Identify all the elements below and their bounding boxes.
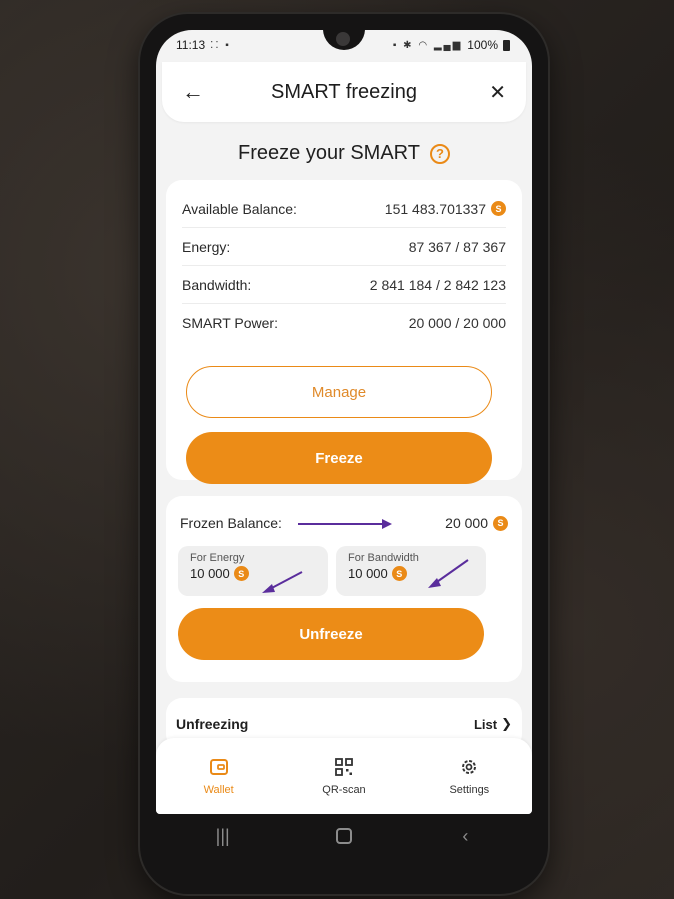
for-energy-value: 10 000 — [190, 566, 230, 581]
app-header: ← SMART freezing ✕ — [162, 62, 526, 122]
smart-coin-icon: S — [233, 566, 249, 581]
smart-power-value: 20 000 / 20 000 — [408, 315, 506, 331]
chevron-right-icon: ❯ — [501, 716, 512, 731]
frozen-balance-card: Frozen Balance: 20 000 S For Energy 10 0… — [166, 496, 522, 682]
available-balance-row: Available Balance: 151 483.701337 S — [182, 190, 506, 228]
smart-coin-icon: S — [391, 566, 407, 581]
manage-button[interactable]: Manage — [186, 366, 492, 418]
for-energy-label: For Energy — [190, 552, 245, 564]
nav-back-icon[interactable]: ‹ — [445, 826, 485, 847]
bandwidth-row: Bandwidth: 2 841 184 / 2 842 123 — [182, 266, 506, 304]
battery-icon — [503, 39, 510, 51]
available-balance-label: Available Balance: — [182, 200, 297, 217]
phone-screen: 11:13 ⁚⁚ ▪ ▪ ✱ ◠ ▂▄▆ 100% ← SMART freezi… — [156, 30, 532, 814]
unfreezing-list-link[interactable]: List ❯ — [474, 716, 512, 732]
battery-percent: 100% — [467, 38, 498, 52]
energy-label: Energy: — [182, 238, 231, 255]
frozen-balance-label: Frozen Balance: — [180, 515, 282, 531]
front-camera — [336, 32, 350, 46]
freeze-headline: Freeze your SMART ? — [156, 142, 532, 165]
annotation-arrow-bandwidth — [428, 559, 469, 588]
status-time: 11:13 — [176, 38, 206, 52]
qr-icon — [333, 756, 355, 778]
list-label: List — [473, 716, 498, 732]
unfreezing-title: Unfreezing — [176, 716, 249, 732]
tab-qr-scan[interactable]: QR-scan — [304, 756, 384, 796]
smart-coin-icon: S — [493, 515, 508, 531]
tab-settings-label: Settings — [449, 784, 490, 796]
smart-coin-icon: S — [491, 201, 506, 216]
bottom-tab-bar: Wallet QR-scan Settings — [156, 738, 532, 814]
bandwidth-label: Bandwidth: — [182, 276, 252, 293]
available-balance-value: 151 483.701337 — [384, 200, 486, 217]
tab-wallet[interactable]: Wallet — [179, 756, 259, 796]
close-icon[interactable]: ✕ — [482, 80, 506, 105]
energy-value: 87 367 / 87 367 — [408, 238, 506, 255]
for-bandwidth-value: 10 000 — [348, 566, 388, 581]
tab-qr-scan-label: QR-scan — [322, 784, 366, 796]
annotation-arrow-energy — [262, 571, 303, 593]
recents-icon[interactable]: ||| — [203, 826, 243, 847]
unfreeze-button[interactable]: Unfreeze — [178, 608, 484, 660]
page-title: SMART freezing — [271, 80, 417, 103]
smart-power-label: SMART Power: — [182, 315, 278, 331]
gear-icon — [458, 756, 480, 778]
wallet-icon — [208, 756, 230, 778]
freeze-button[interactable]: Freeze — [186, 432, 492, 484]
tab-wallet-label: Wallet — [203, 784, 234, 796]
tab-settings[interactable]: Settings — [429, 756, 509, 796]
balance-card: Available Balance: 151 483.701337 S Ener… — [166, 180, 522, 484]
help-icon[interactable]: ? — [429, 143, 450, 164]
signal-icons: ▪ ✱ ◠ ▂▄▆ — [392, 39, 463, 51]
headline-text: Freeze your SMART — [238, 142, 420, 164]
back-arrow-icon[interactable]: ← — [182, 79, 206, 105]
annotation-arrow-frozen — [298, 519, 392, 529]
home-icon[interactable] — [335, 828, 352, 844]
bandwidth-value: 2 841 184 / 2 842 123 — [369, 276, 506, 293]
android-nav-bar: ||| ‹ — [156, 814, 532, 858]
energy-row: Energy: 87 367 / 87 367 — [182, 228, 506, 266]
notification-icons: ⁚⁚ ▪ — [210, 39, 231, 51]
smart-power-row: SMART Power: 20 000 / 20 000 — [182, 304, 506, 342]
frozen-balance-value: 20 000 — [445, 515, 488, 531]
